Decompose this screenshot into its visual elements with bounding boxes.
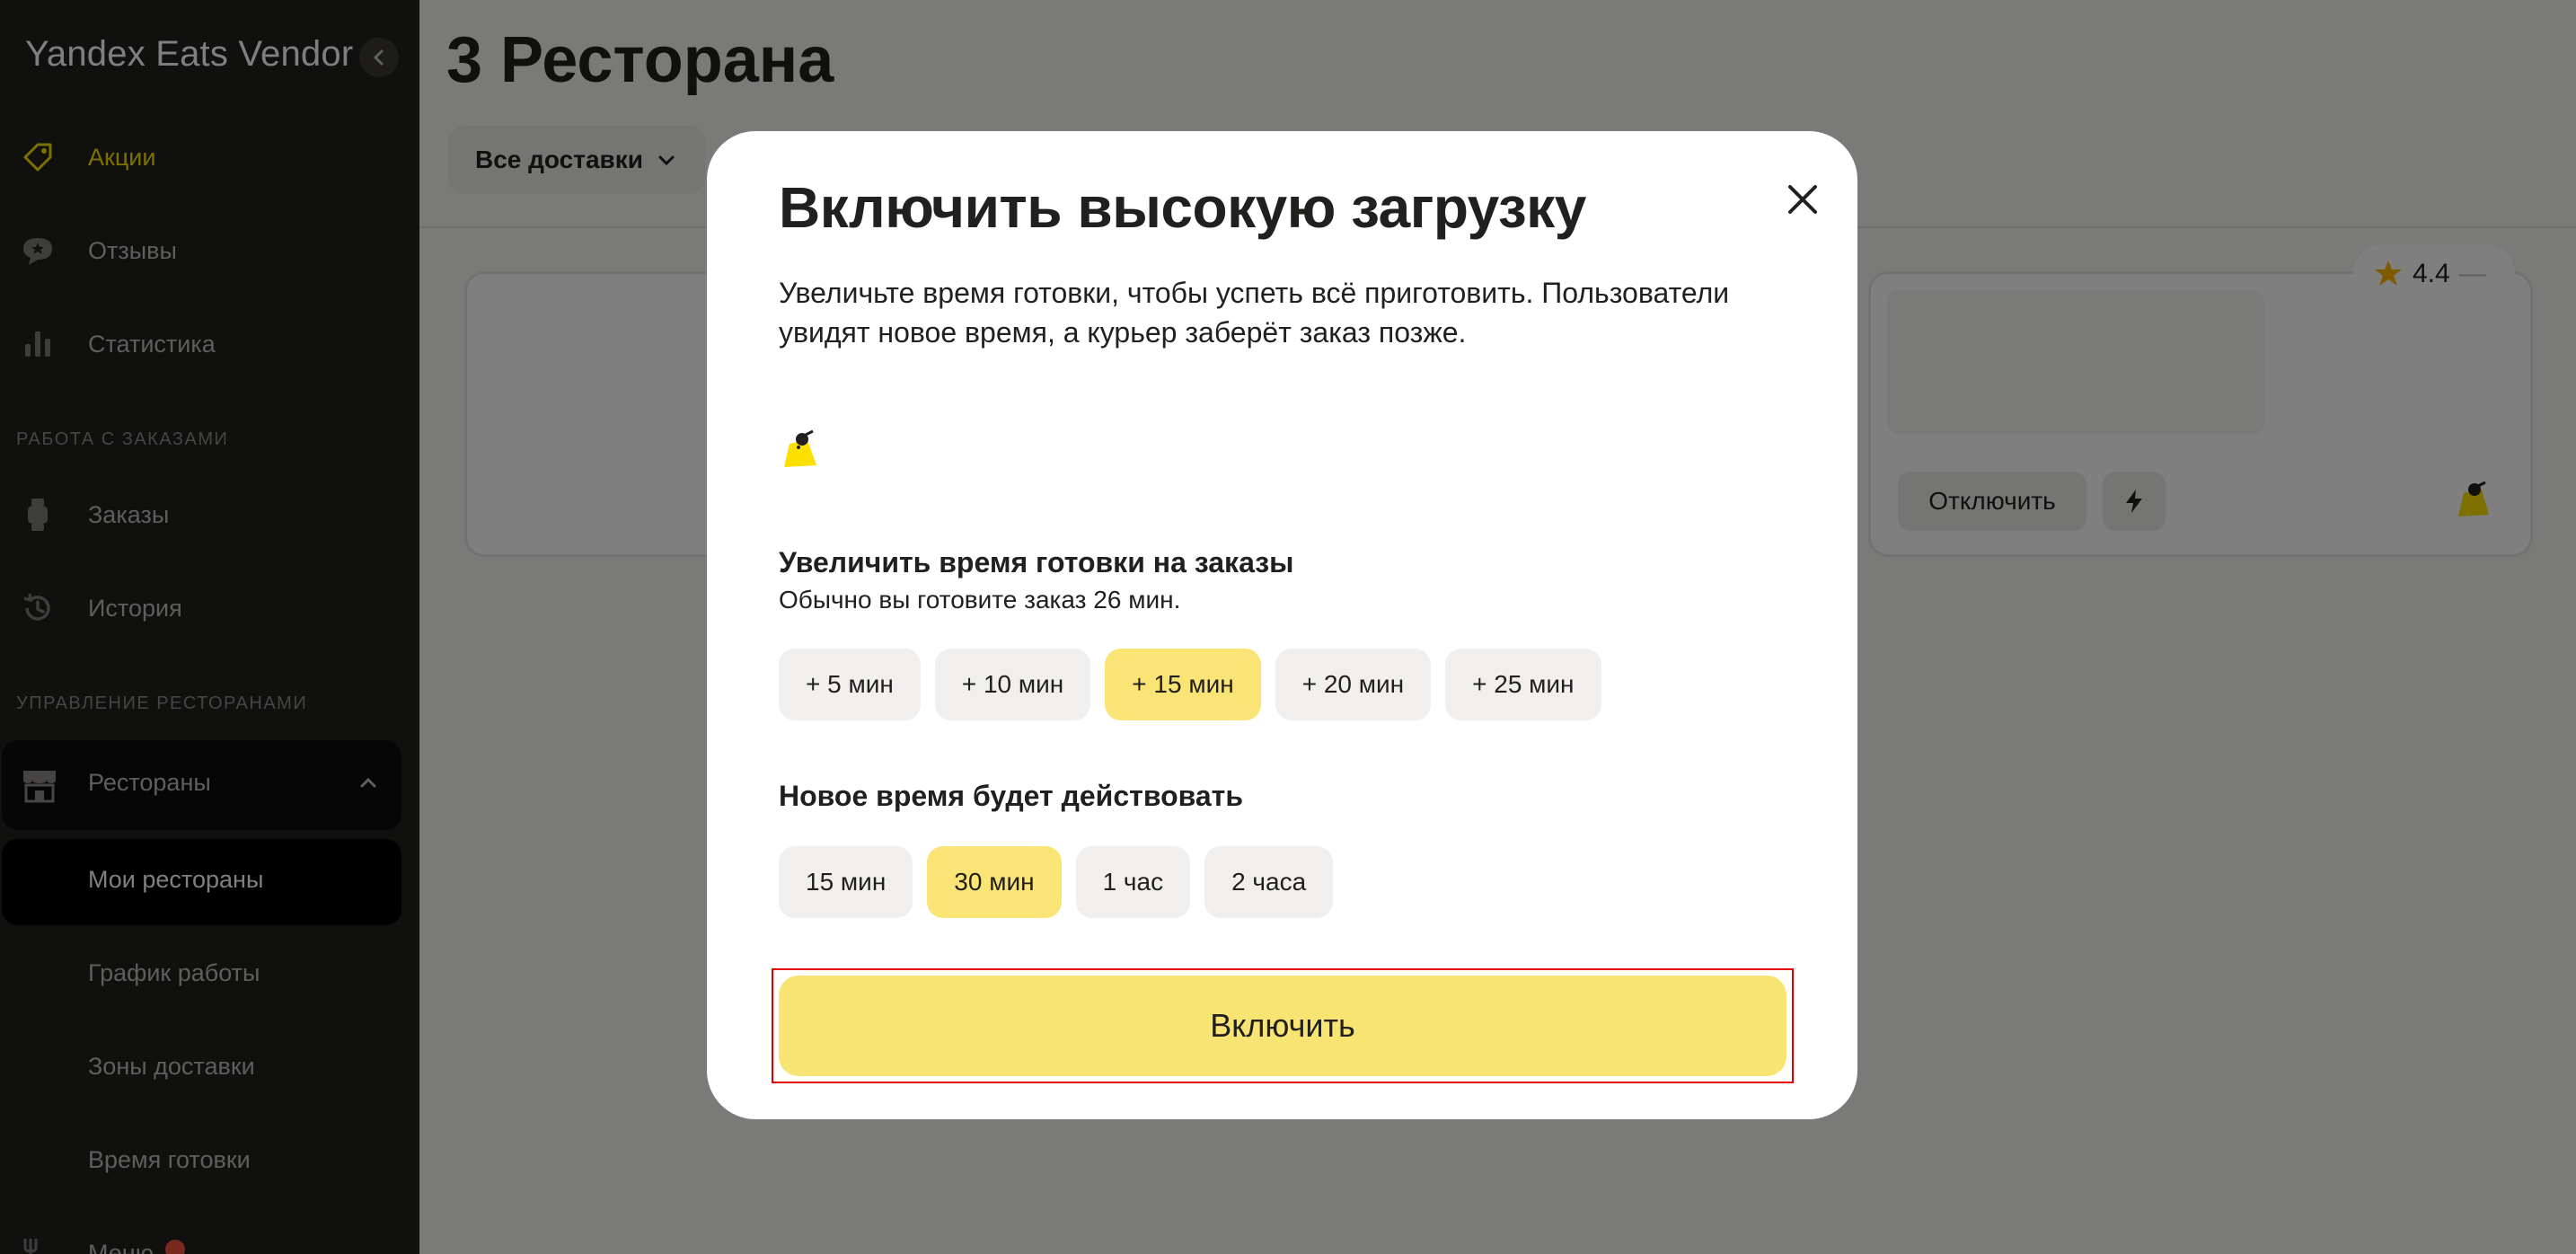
duration-option-30m[interactable]: 30 мин — [927, 846, 1062, 918]
increase-option-10[interactable]: + 10 мин — [934, 649, 1091, 720]
enable-button[interactable]: Включить — [779, 976, 1786, 1076]
increase-option-25[interactable]: + 25 мин — [1445, 649, 1601, 720]
duration-option-15m[interactable]: 15 мин — [779, 846, 913, 918]
increase-option-20[interactable]: + 20 мин — [1275, 649, 1432, 720]
close-icon — [1788, 185, 1817, 214]
close-button[interactable] — [1776, 172, 1830, 226]
increase-section-subtitle: Обычно вы готовите заказ 26 мин. — [779, 586, 1181, 614]
mascot-icon — [784, 429, 816, 467]
modal-title: Включить высокую загрузку — [779, 175, 1586, 240]
duration-option-2h[interactable]: 2 часа — [1204, 846, 1334, 918]
app-root: Yandex Eats Vendor Акции Отзывы Статисти… — [0, 0, 2576, 1254]
increase-options: + 5 мин + 10 мин + 15 мин + 20 мин + 25 … — [779, 649, 1601, 720]
high-load-modal: Включить высокую загрузку Увеличьте врем… — [707, 131, 1857, 1119]
duration-options: 15 мин 30 мин 1 час 2 часа — [779, 846, 1334, 918]
duration-section-title: Новое время будет действовать — [779, 780, 1243, 812]
modal-description: Увеличьте время готовки, чтобы успеть вс… — [779, 277, 1730, 349]
increase-option-5[interactable]: + 5 мин — [779, 649, 921, 720]
increase-option-15[interactable]: + 15 мин — [1105, 649, 1261, 720]
increase-section-title: Увеличить время готовки на заказы — [779, 546, 1294, 578]
duration-option-1h[interactable]: 1 час — [1075, 846, 1191, 918]
